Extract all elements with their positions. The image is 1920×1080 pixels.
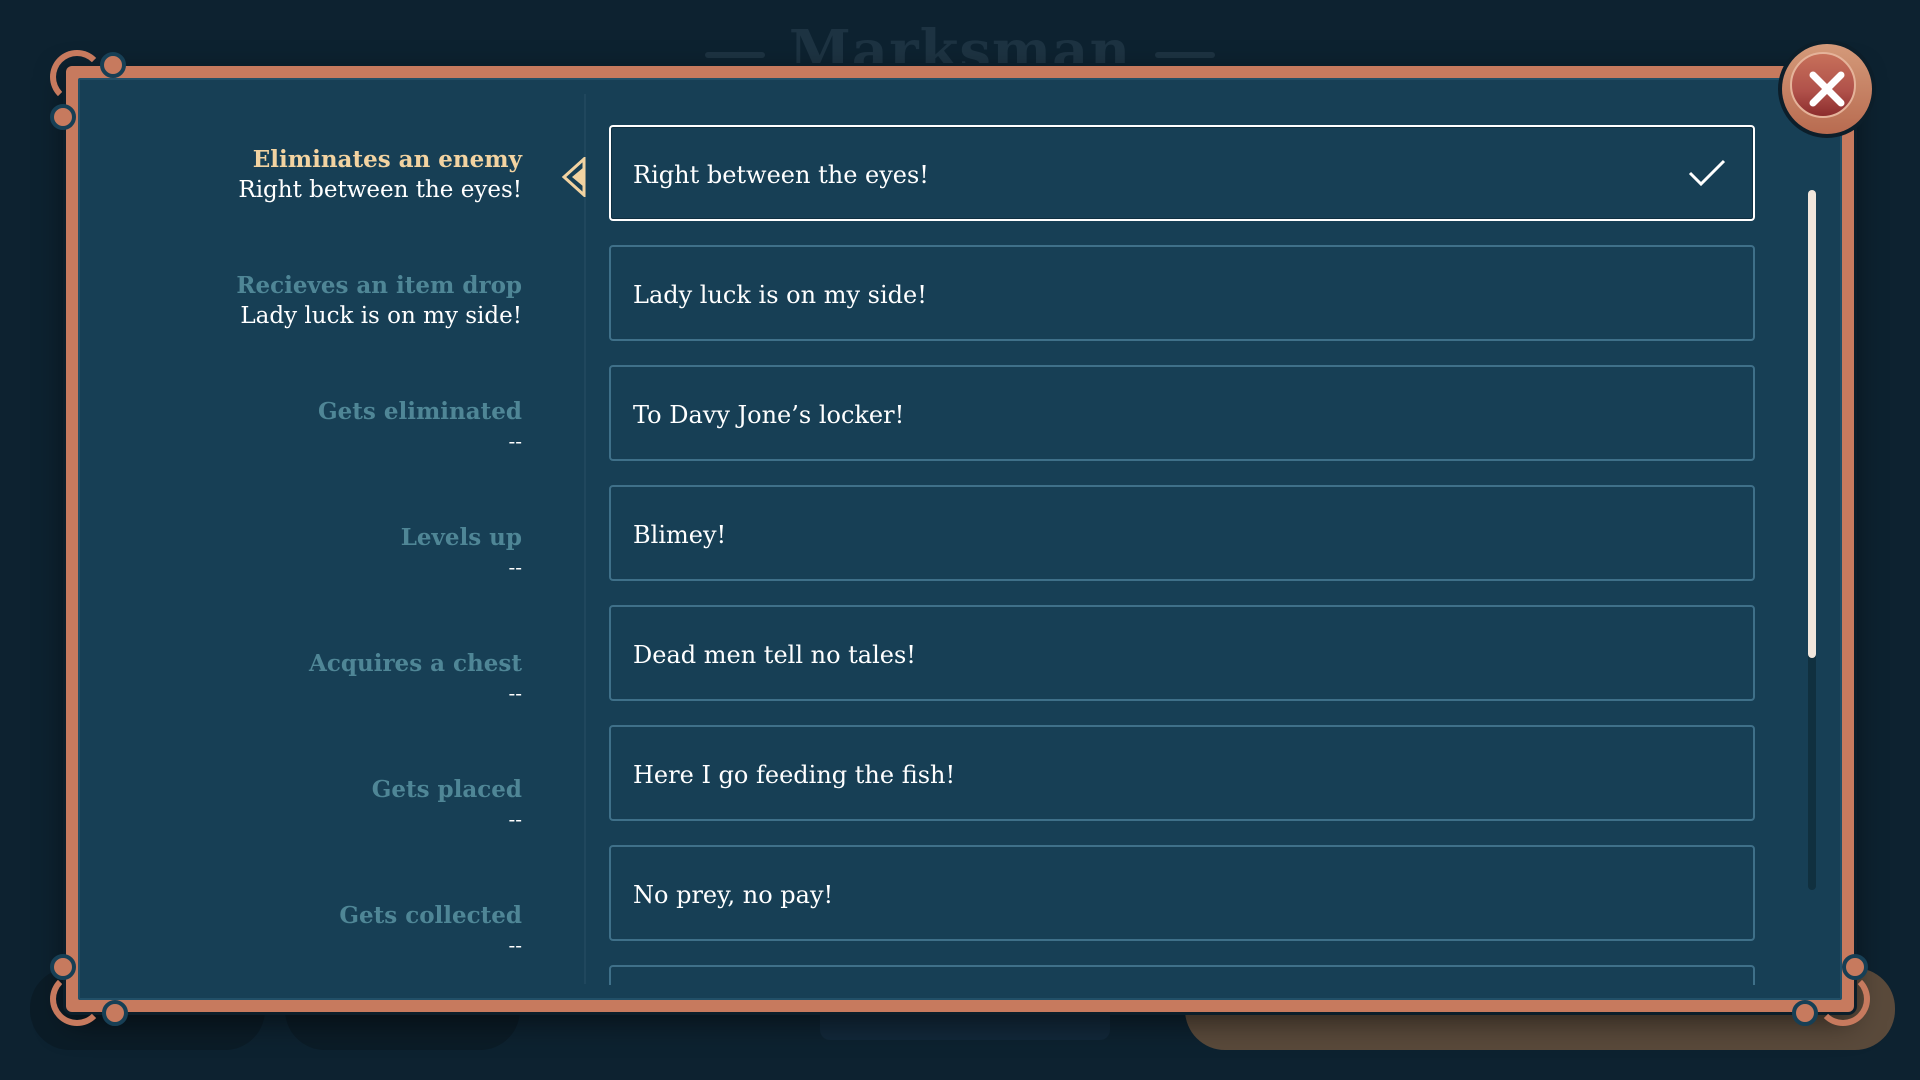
- option-partially-visible[interactable]: [609, 965, 1755, 985]
- frame-corner-knob: [1792, 1000, 1818, 1026]
- chevron-left-icon: [561, 157, 586, 197]
- option-label: Here I go feeding the fish!: [633, 761, 956, 789]
- frame-corner-knob: [50, 104, 76, 130]
- trigger-name: Gets placed: [371, 776, 522, 803]
- scrollbar-thumb[interactable]: [1808, 190, 1816, 658]
- option-label: Dead men tell no tales!: [633, 641, 916, 669]
- option-label: No prey, no pay!: [633, 881, 834, 909]
- frame-corner-knob: [100, 52, 126, 78]
- option-label: Lady luck is on my side!: [633, 281, 927, 309]
- trigger-item-recieves-an-item-drop[interactable]: Recieves an item drop Lady luck is on my…: [236, 272, 522, 329]
- option-davy-jones-locker[interactable]: To Davy Jone’s locker!: [609, 365, 1755, 461]
- option-label: Right between the eyes!: [633, 161, 929, 189]
- trigger-name: Recieves an item drop: [236, 272, 522, 299]
- trigger-list: Eliminates an enemy Right between the ey…: [92, 94, 586, 984]
- option-lady-luck[interactable]: Lady luck is on my side!: [609, 245, 1755, 341]
- option-dead-men-tell-no-tales[interactable]: Dead men tell no tales!: [609, 605, 1755, 701]
- trigger-value: --: [508, 681, 522, 705]
- scrollbar-track[interactable]: [1808, 190, 1816, 890]
- frame-corner-knob: [1842, 954, 1868, 980]
- option-label: To Davy Jone’s locker!: [633, 401, 905, 429]
- voice-line-options: Right between the eyes! Lady luck is on …: [609, 125, 1759, 985]
- option-feeding-the-fish[interactable]: Here I go feeding the fish!: [609, 725, 1755, 821]
- trigger-value: --: [508, 807, 522, 831]
- checkmark-icon: [1688, 159, 1726, 187]
- frame-corner-ornament: [1816, 972, 1870, 1026]
- close-button[interactable]: [1778, 40, 1876, 138]
- trigger-item-gets-placed[interactable]: Gets placed --: [372, 776, 522, 831]
- title-decoration-right: [1155, 52, 1216, 59]
- option-right-between-the-eyes[interactable]: Right between the eyes!: [609, 125, 1755, 221]
- close-x-icon: [1809, 71, 1845, 107]
- frame-corner-knob: [50, 954, 76, 980]
- trigger-item-gets-eliminated[interactable]: Gets eliminated --: [318, 398, 522, 453]
- trigger-name: Acquires a chest: [309, 650, 522, 677]
- trigger-name: Eliminates an enemy: [252, 146, 522, 173]
- option-no-prey-no-pay[interactable]: No prey, no pay!: [609, 845, 1755, 941]
- option-label: Blimey!: [633, 521, 727, 549]
- trigger-item-acquires-a-chest[interactable]: Acquires a chest --: [309, 650, 522, 705]
- frame-corner-knob: [102, 1000, 128, 1026]
- trigger-name: Gets eliminated: [317, 398, 522, 425]
- title-decoration-left: [704, 52, 765, 59]
- trigger-name: Levels up: [400, 524, 522, 551]
- trigger-name: Gets collected: [339, 902, 522, 929]
- trigger-value: Right between the eyes!: [238, 177, 522, 203]
- trigger-value: --: [508, 555, 522, 579]
- trigger-value: --: [508, 429, 522, 453]
- trigger-value: --: [508, 933, 522, 957]
- trigger-value: Lady luck is on my side!: [240, 303, 522, 329]
- trigger-item-eliminates-an-enemy[interactable]: Eliminates an enemy Right between the ey…: [238, 146, 522, 203]
- trigger-item-levels-up[interactable]: Levels up --: [401, 524, 522, 579]
- trigger-item-gets-collected[interactable]: Gets collected --: [339, 902, 522, 957]
- option-blimey[interactable]: Blimey!: [609, 485, 1755, 581]
